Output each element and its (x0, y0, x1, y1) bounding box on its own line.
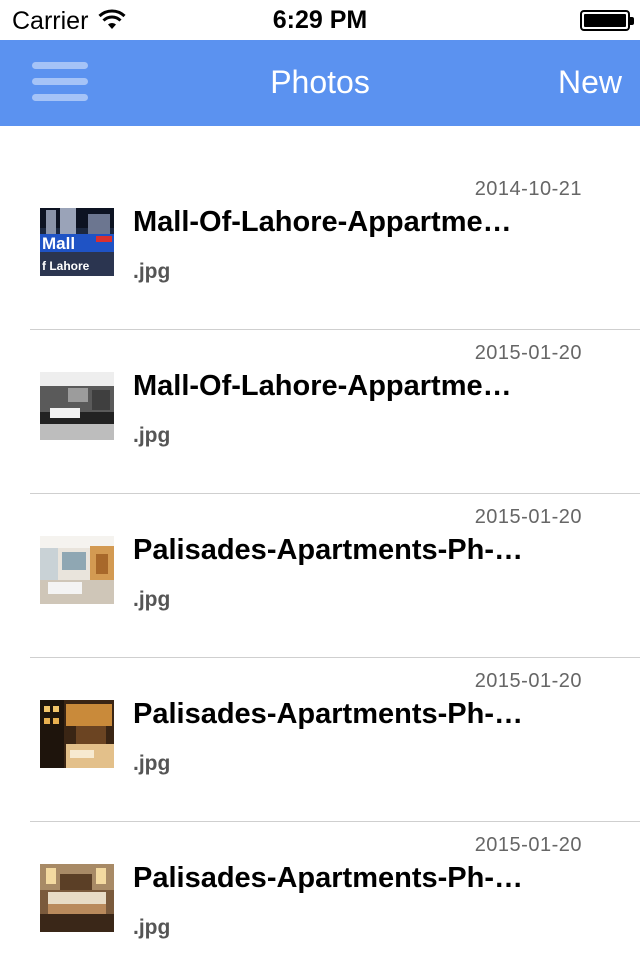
new-button[interactable]: New (558, 64, 622, 101)
page-title: Photos (270, 64, 370, 100)
photo-thumbnail[interactable] (40, 372, 114, 440)
photo-extension: .jpg (133, 752, 171, 775)
photo-extension: .jpg (133, 260, 171, 283)
status-bar: Carrier 6:29 PM (0, 0, 640, 40)
photo-date: 2015-01-20 (474, 506, 582, 528)
list-item[interactable]: 2014-10-21 Mall f Lahore Mall-Of-Lahore-… (0, 166, 640, 330)
photo-thumbnail[interactable] (40, 864, 114, 932)
list-item[interactable]: 2015-01-20 Mall-Of-Lahore-Appartme… .jpg (0, 330, 640, 494)
photo-list: 2014-10-21 Mall f Lahore Mall-Of-Lahore-… (0, 166, 640, 960)
navigation-bar: Photos New (0, 40, 640, 126)
battery-icon (580, 10, 634, 31)
photo-date: 2015-01-20 (474, 342, 582, 364)
photo-thumbnail[interactable] (40, 700, 114, 768)
photo-date: 2015-01-20 (474, 834, 582, 856)
photo-thumbnail[interactable]: Mall f Lahore (40, 208, 114, 276)
photo-date: 2015-01-20 (474, 670, 582, 692)
svg-text:f Lahore: f Lahore (42, 259, 90, 273)
list-item[interactable]: 2015-01-20 Palisades-Apartments-Ph-… .jp… (0, 494, 640, 658)
svg-text:Mall: Mall (42, 234, 75, 253)
photo-extension: .jpg (133, 916, 171, 939)
photo-name: Palisades-Apartments-Ph-… (133, 862, 523, 894)
photo-name: Palisades-Apartments-Ph-… (133, 534, 523, 566)
photo-date: 2014-10-21 (474, 178, 582, 200)
photo-name: Mall-Of-Lahore-Appartme… (133, 206, 512, 238)
list-item[interactable]: 2015-01-20 Palisades-Apartments-Ph-… .jp… (0, 658, 640, 822)
list-item[interactable]: 2015-01-20 Palisades-Apartments-Ph-… .jp… (0, 822, 640, 960)
photo-name: Mall-Of-Lahore-Appartme… (133, 370, 512, 402)
photo-name: Palisades-Apartments-Ph-… (133, 698, 523, 730)
photo-extension: .jpg (133, 588, 171, 611)
photo-extension: .jpg (133, 424, 171, 447)
status-time: 6:29 PM (272, 6, 368, 34)
photo-thumbnail[interactable] (40, 536, 114, 604)
